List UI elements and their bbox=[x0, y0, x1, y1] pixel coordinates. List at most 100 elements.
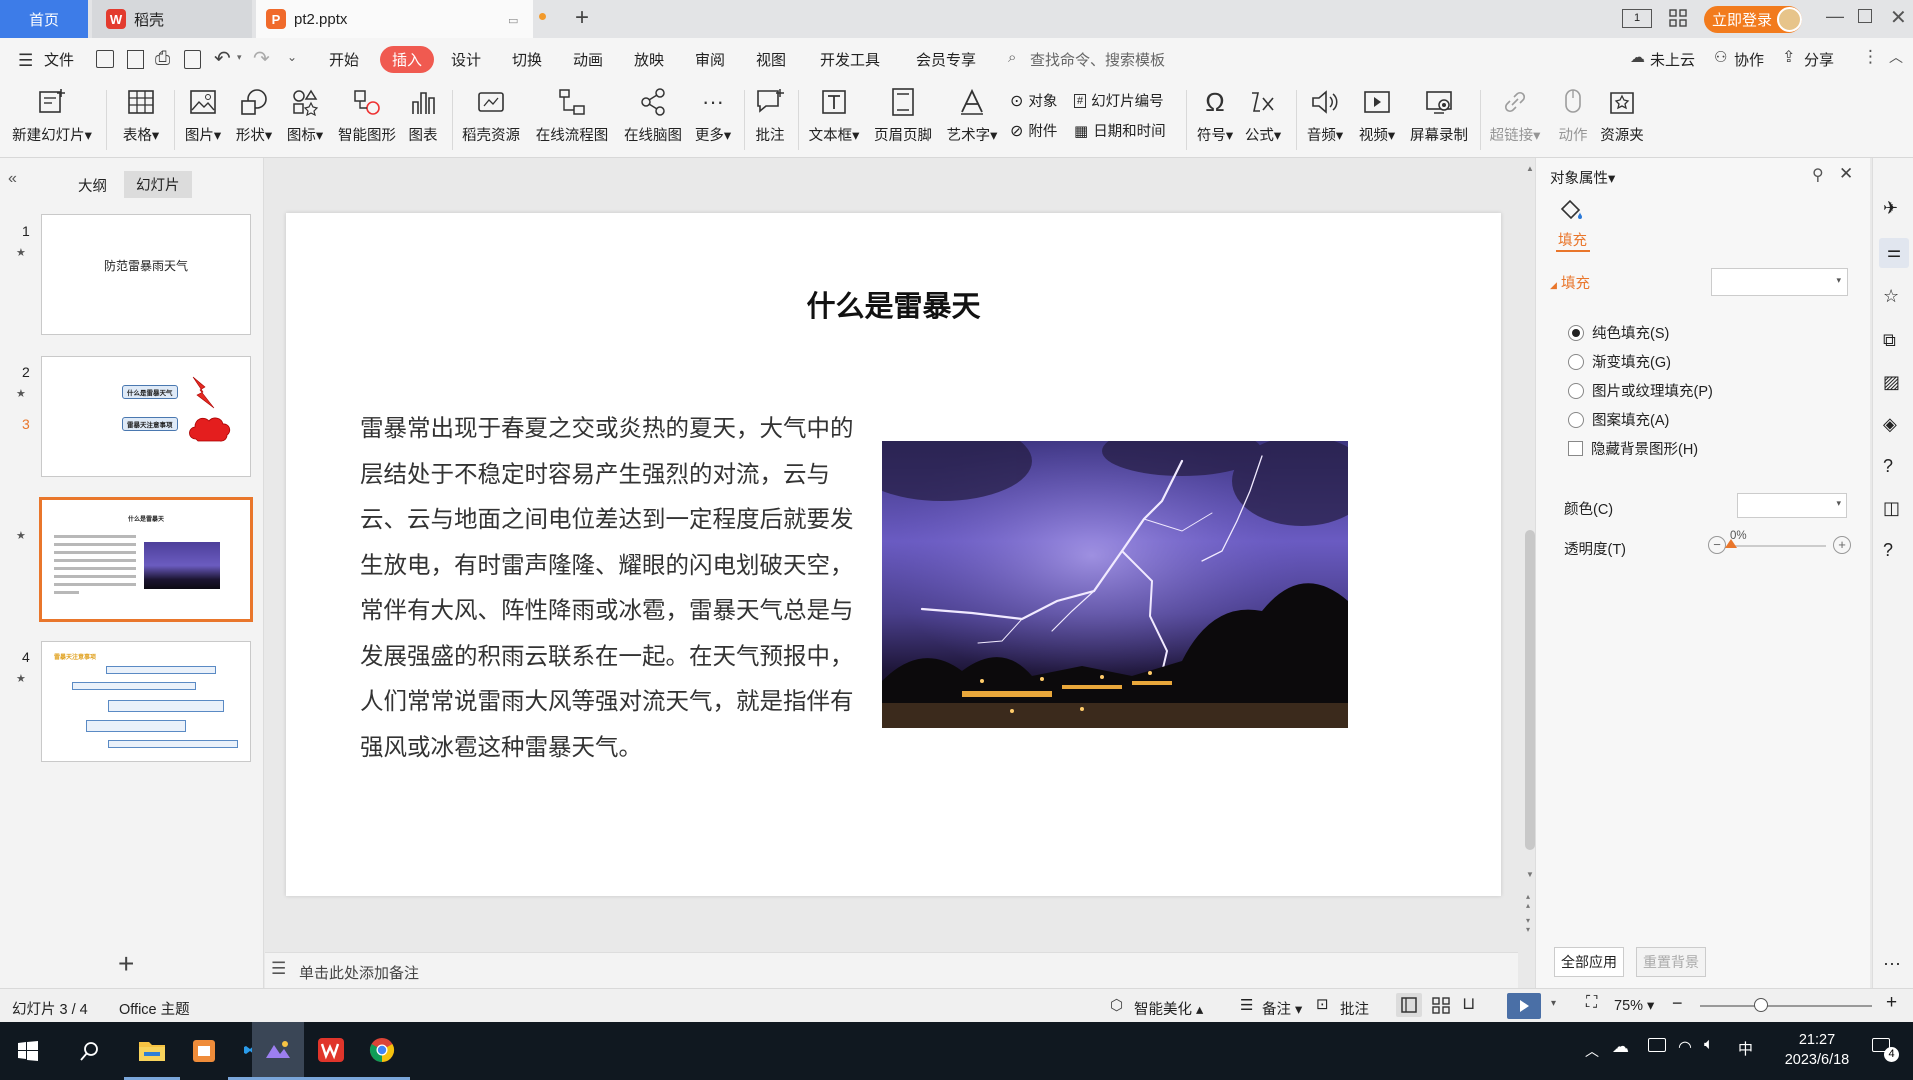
radio-picture-fill[interactable]: 图片或纹理填充(P) bbox=[1568, 380, 1713, 401]
menu-transition[interactable]: 切换 bbox=[512, 49, 542, 70]
fill-type-dropdown[interactable]: ▾ bbox=[1711, 268, 1848, 296]
notes-bar[interactable]: ☰ 单击此处添加备注 bbox=[265, 952, 1518, 988]
more-dots-icon[interactable]: ··· bbox=[1883, 953, 1905, 975]
table-button[interactable]: 表格▾ bbox=[118, 82, 164, 158]
icon-button[interactable]: 图标▾ bbox=[282, 82, 328, 158]
fill-bucket-icon[interactable] bbox=[1558, 198, 1584, 222]
theme-name[interactable]: Office 主题 bbox=[119, 998, 190, 1019]
layout-1-icon[interactable]: 1 bbox=[1622, 9, 1652, 28]
hamburger-icon[interactable]: ☰ bbox=[18, 51, 33, 71]
audio-button[interactable]: 音频▾ bbox=[1302, 82, 1348, 158]
wordart-button[interactable]: 艺术字▾ bbox=[942, 82, 1002, 158]
tray-expand-icon[interactable]: ︿ bbox=[1585, 1041, 1599, 1061]
radio-gradient-fill[interactable]: 渐变填充(G) bbox=[1568, 351, 1671, 372]
minimize-icon[interactable]: — bbox=[1826, 6, 1844, 27]
media-app-icon[interactable] bbox=[176, 1022, 232, 1080]
close-icon[interactable]: ✕ bbox=[1890, 5, 1907, 30]
slide-body-text[interactable]: 雷暴常出现于春夏之交或炎热的夏天，大气中的层结处于不稳定时容易产生强烈的对流，云… bbox=[360, 406, 860, 770]
star-icon[interactable]: ☆ bbox=[1883, 286, 1905, 308]
pane-header[interactable]: 对象属性▾ bbox=[1550, 167, 1615, 188]
play-slideshow-button[interactable] bbox=[1507, 993, 1541, 1019]
screen-record-button[interactable]: 屏幕录制 bbox=[1406, 82, 1472, 158]
collapse-ribbon-icon[interactable]: ︿ bbox=[1889, 47, 1903, 67]
onedrive-icon[interactable]: ☁ bbox=[1612, 1037, 1629, 1057]
next-slide-icon[interactable]: ▾ ▾ bbox=[1526, 916, 1530, 934]
sorter-view-icon[interactable] bbox=[1430, 993, 1452, 1017]
action-button[interactable]: 动作 bbox=[1550, 82, 1596, 158]
menu-developer[interactable]: 开发工具 bbox=[820, 49, 880, 70]
slide-thumbnail-3[interactable]: 什么是雷暴天 bbox=[39, 497, 253, 622]
new-slide-button[interactable]: 新建幻灯片▾ bbox=[10, 82, 94, 158]
menu-review[interactable]: 审阅 bbox=[695, 49, 725, 70]
save-icon[interactable] bbox=[96, 50, 114, 68]
object-button[interactable]: ⊙ 对象 bbox=[1010, 90, 1057, 111]
more-icon[interactable]: ⋮ bbox=[1862, 47, 1879, 67]
tab-home[interactable]: 首页 bbox=[0, 0, 88, 38]
increase-icon[interactable]: + bbox=[1833, 536, 1851, 554]
collab-button[interactable]: 协作 bbox=[1734, 49, 1764, 70]
more-button[interactable]: ··· 更多▾ bbox=[690, 82, 736, 158]
slide-thumbnail-2[interactable]: 什么是雷暴天气 雷暴天注意事项 bbox=[41, 356, 251, 477]
search-taskbar-icon[interactable] bbox=[62, 1022, 118, 1080]
radio-pattern-fill[interactable]: 图案填充(A) bbox=[1568, 409, 1669, 430]
menu-insert[interactable]: 插入 bbox=[380, 46, 435, 73]
book-icon[interactable]: ◫ bbox=[1883, 498, 1905, 520]
menu-design[interactable]: 设计 bbox=[451, 49, 481, 70]
datetime-button[interactable]: ▦ 日期和时间 bbox=[1074, 120, 1166, 141]
decrease-icon[interactable]: − bbox=[1708, 536, 1726, 554]
notes-placeholder[interactable]: 单击此处添加备注 bbox=[299, 962, 419, 983]
flowchart-button[interactable]: 在线流程图 bbox=[532, 82, 612, 158]
color-picker[interactable]: ▾ bbox=[1737, 493, 1847, 518]
mindmap-button[interactable]: 在线脑图 bbox=[620, 82, 686, 158]
add-slide-icon[interactable]: + bbox=[118, 950, 134, 978]
photos-app-icon[interactable] bbox=[252, 1022, 304, 1080]
zoom-out-icon[interactable]: − bbox=[1672, 993, 1683, 1014]
volume-icon[interactable]: 🔈︎ bbox=[1704, 1036, 1714, 1054]
export-pdf-icon[interactable] bbox=[127, 50, 144, 69]
textbox-button[interactable]: 文本框▾ bbox=[804, 82, 864, 158]
menu-view[interactable]: 视图 bbox=[756, 49, 786, 70]
picture-button[interactable]: 图片▾ bbox=[180, 82, 226, 158]
reading-view-icon[interactable]: ⊔ bbox=[1462, 994, 1475, 1014]
new-tab-icon[interactable]: + bbox=[575, 4, 589, 32]
zoom-slider[interactable] bbox=[1700, 1005, 1872, 1007]
ime-indicator[interactable]: 中 bbox=[1738, 1038, 1753, 1059]
apply-all-button[interactable]: 全部应用 bbox=[1554, 947, 1624, 977]
resource-folder-button[interactable]: 资源夹 bbox=[1598, 82, 1646, 158]
smart-graphic-button[interactable]: 智能图形 bbox=[334, 82, 400, 158]
tab-slides[interactable]: 幻灯片 bbox=[124, 171, 192, 198]
fill-section-header[interactable]: ◢ 填充 bbox=[1550, 272, 1590, 293]
slide-number-button[interactable]: # 幻灯片编号 bbox=[1074, 90, 1164, 111]
tab-fill[interactable]: 填充 bbox=[1558, 229, 1587, 250]
zoom-in-icon[interactable]: + bbox=[1886, 992, 1897, 1014]
slider-handle[interactable] bbox=[1725, 539, 1737, 548]
prev-slide-icon[interactable]: ▴ ▴ bbox=[1526, 892, 1530, 910]
image-tools-icon[interactable]: ▨ bbox=[1883, 372, 1905, 394]
scrollbar-thumb[interactable] bbox=[1525, 530, 1535, 850]
restore-icon[interactable] bbox=[1858, 9, 1872, 23]
clock[interactable]: 21:27 2023/6/18 bbox=[1774, 1030, 1860, 1070]
tab-daoke[interactable]: W 稻壳 bbox=[92, 0, 252, 38]
transition-icon[interactable]: ⧉ bbox=[1883, 330, 1905, 352]
collapse-panel-icon[interactable]: « bbox=[8, 170, 17, 188]
properties-icon[interactable]: ⚌ bbox=[1879, 238, 1909, 268]
pane-close-icon[interactable]: ✕ bbox=[1839, 164, 1853, 184]
menu-slideshow[interactable]: 放映 bbox=[634, 49, 664, 70]
daoke-resource-button[interactable]: 稻壳资源 bbox=[458, 82, 524, 158]
fit-window-icon[interactable]: ⛶ bbox=[1586, 994, 1597, 1012]
slide[interactable]: 什么是雷暴天 雷暴常出现于春夏之交或炎热的夏天，大气中的层结处于不稳定时容易产生… bbox=[286, 213, 1501, 896]
normal-view-icon[interactable] bbox=[1396, 993, 1422, 1017]
pin-icon[interactable]: ⚲ bbox=[1812, 165, 1824, 185]
attachment-button[interactable]: ⊘ 附件 bbox=[1010, 120, 1057, 141]
chart-button[interactable]: 图表 bbox=[403, 82, 443, 158]
comment-button[interactable]: 批注 bbox=[750, 82, 790, 158]
quick-access-dropdown-icon[interactable]: ⌄ bbox=[287, 50, 297, 64]
reset-background-button[interactable]: 重置背景 bbox=[1636, 947, 1706, 977]
header-footer-button[interactable]: 页眉页脚 bbox=[870, 82, 936, 158]
help-icon[interactable]: ? bbox=[1883, 456, 1905, 478]
rocket-icon[interactable]: ✈ bbox=[1883, 198, 1905, 220]
avatar[interactable] bbox=[1777, 7, 1802, 32]
checkbox-hide-background[interactable]: 隐藏背景图形(H) bbox=[1568, 438, 1698, 459]
transparency-slider[interactable] bbox=[1728, 545, 1826, 547]
grid-icon[interactable] bbox=[1668, 8, 1688, 28]
